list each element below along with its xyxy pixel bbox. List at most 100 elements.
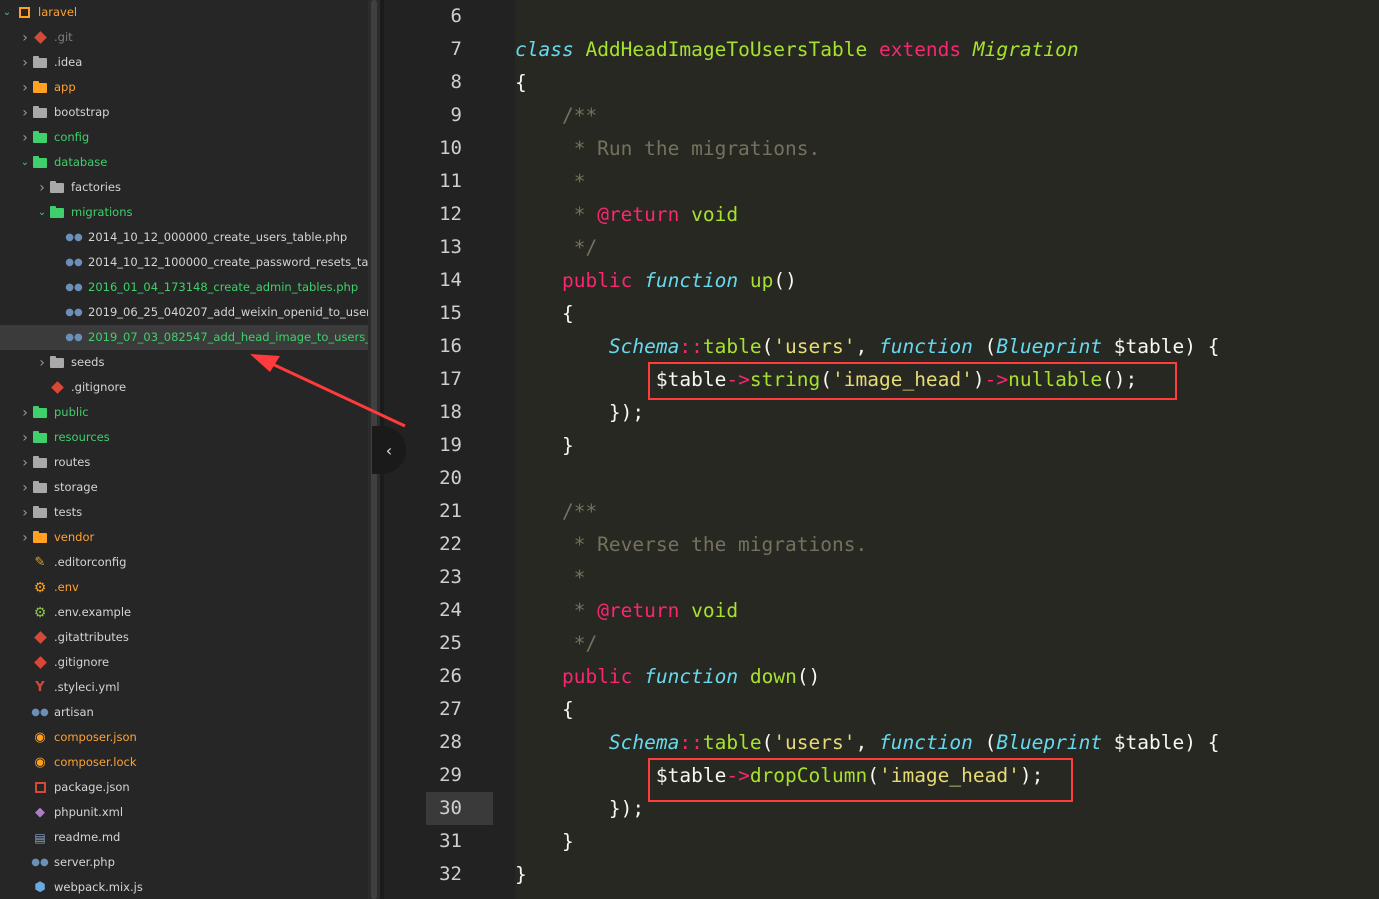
line-number: 7 xyxy=(450,38,462,60)
tree-file-item[interactable]: ⬢ webpack.mix.js xyxy=(0,875,368,899)
code-line[interactable]: { xyxy=(515,66,527,99)
code-line[interactable]: * @return void xyxy=(515,594,738,627)
tree-item-label: composer.lock xyxy=(54,755,137,769)
code-token: down xyxy=(749,665,797,688)
tree-file-item[interactable]: ●● 2016_01_04_173148_create_admin_tables.… xyxy=(0,275,368,300)
chevron-right-icon[interactable]: › xyxy=(20,425,30,450)
code-line[interactable]: * @return void xyxy=(515,198,738,231)
code-line[interactable]: Schema::table('users', function (Bluepri… xyxy=(515,726,1220,759)
tree-file-item[interactable]: ⚙ .env.example xyxy=(0,600,368,625)
tree-file-item[interactable]: ◆ phpunit.xml xyxy=(0,800,368,825)
tree-folder-item[interactable]: ⌄ database xyxy=(0,150,368,175)
line-number: 30 xyxy=(439,797,462,819)
code-token: AddHeadImageToUsersTable xyxy=(585,38,868,61)
code-line[interactable]: } xyxy=(515,429,574,462)
code-line[interactable]: } xyxy=(515,858,527,891)
chevron-right-icon[interactable]: › xyxy=(20,125,30,150)
chevron-down-icon[interactable]: ⌄ xyxy=(20,150,30,175)
code-line[interactable]: } xyxy=(515,825,574,858)
code-token: function xyxy=(644,665,739,688)
tree-folder-item[interactable]: › resources xyxy=(0,425,368,450)
tree-folder-item[interactable]: › bootstrap xyxy=(0,100,368,125)
line-number: 18 xyxy=(439,401,462,423)
line-number: 11 xyxy=(439,170,462,192)
tree-folder-item[interactable]: › .git xyxy=(0,25,368,50)
code-line[interactable]: }); xyxy=(515,396,644,429)
tree-folder-item[interactable]: › vendor xyxy=(0,525,368,550)
tree-file-item[interactable]: ●● 2019_06_25_040207_add_weixin_openid_to… xyxy=(0,300,368,325)
code-token: ( xyxy=(761,335,774,358)
chevron-right-icon[interactable]: › xyxy=(20,450,30,475)
tree-file-item[interactable]: ▤ readme.md xyxy=(0,825,368,850)
code-line[interactable]: /** xyxy=(515,99,597,132)
code-line[interactable]: * Run the migrations. xyxy=(515,132,821,165)
chevron-right-icon[interactable]: › xyxy=(20,475,30,500)
npm-icon xyxy=(32,775,48,800)
tree-folder-item[interactable]: › config xyxy=(0,125,368,150)
tree-file-item[interactable]: ●● 2014_10_12_000000_create_users_table.p… xyxy=(0,225,368,250)
git-icon xyxy=(32,625,48,650)
tree-folder-item[interactable]: › app xyxy=(0,75,368,100)
code-line[interactable]: * xyxy=(515,165,586,198)
chevron-right-icon[interactable]: › xyxy=(20,400,30,425)
code-token: Schema xyxy=(608,731,680,754)
tree-file-item[interactable]: package.json xyxy=(0,775,368,800)
tree-file-item[interactable]: ●● 2014_10_12_100000_create_password_rese… xyxy=(0,250,368,275)
code-line[interactable]: Schema::table('users', function (Bluepri… xyxy=(515,330,1220,363)
tree-file-item[interactable]: ●● artisan xyxy=(0,700,368,725)
chevron-right-icon[interactable]: › xyxy=(37,175,47,200)
tree-folder-item[interactable]: ⌄ migrations xyxy=(0,200,368,225)
chevron-right-icon[interactable]: › xyxy=(20,100,30,125)
chevron-right-icon[interactable]: › xyxy=(37,350,47,375)
tree-file-item[interactable]: ◉ composer.lock xyxy=(0,750,368,775)
tree-folder-item[interactable]: › .idea xyxy=(0,50,368,75)
tree-file-item[interactable]: .gitignore xyxy=(0,375,368,400)
tree-folder-item[interactable]: › tests xyxy=(0,500,368,525)
code-line[interactable]: class AddHeadImageToUsersTable extends M… xyxy=(515,33,1079,66)
tree-item-label: vendor xyxy=(54,530,95,544)
tree-file-item[interactable]: ⚙ .env xyxy=(0,575,368,600)
tree-folder-item[interactable]: › factories xyxy=(0,175,368,200)
chevron-down-icon[interactable]: ⌄ xyxy=(37,200,47,225)
folder-icon xyxy=(32,525,48,550)
tree-file-item[interactable]: .gitignore xyxy=(0,650,368,675)
code-token: * xyxy=(515,170,586,193)
chevron-right-icon[interactable]: › xyxy=(20,50,30,75)
tree-folder-item[interactable]: › seeds xyxy=(0,350,368,375)
code-line[interactable]: public function down() xyxy=(515,660,820,693)
folder-icon xyxy=(32,500,48,525)
tree-file-item[interactable]: ●● server.php xyxy=(0,850,368,875)
code-line[interactable]: * Reverse the migrations. xyxy=(515,528,868,561)
tree-folder-item[interactable]: › routes xyxy=(0,450,368,475)
code-token: , xyxy=(855,731,879,754)
folder-icon xyxy=(49,200,65,225)
tree-file-item[interactable]: ●● 2019_07_03_082547_add_head_image_to_us… xyxy=(0,325,368,350)
project-tree-sidebar: ⌄ laravel › .git › .idea › app › bootstrap › config… xyxy=(0,0,368,899)
tree-file-item[interactable]: ◉ composer.json xyxy=(0,725,368,750)
code-line[interactable]: }); xyxy=(515,792,644,825)
code-line[interactable]: public function up() xyxy=(515,264,797,297)
code-token: * xyxy=(515,203,598,226)
code-token: Migration xyxy=(972,38,1079,61)
code-token: () xyxy=(796,665,821,688)
code-line[interactable]: { xyxy=(515,693,574,726)
code-line[interactable]: /** xyxy=(515,495,597,528)
tree-file-item[interactable]: ✎ .editorconfig xyxy=(0,550,368,575)
chevron-right-icon[interactable]: › xyxy=(20,500,30,525)
chevron-down-icon[interactable]: ⌄ xyxy=(2,0,12,25)
chevron-right-icon[interactable]: › xyxy=(20,25,30,50)
tree-folder-item[interactable]: › storage xyxy=(0,475,368,500)
tree-file-item[interactable]: Y .styleci.yml xyxy=(0,675,368,700)
tree-folder-item[interactable]: › public xyxy=(0,400,368,425)
code-line[interactable]: { xyxy=(515,297,574,330)
code-line[interactable]: * xyxy=(515,561,586,594)
code-token: } xyxy=(515,830,574,853)
code-line[interactable]: */ xyxy=(515,627,598,660)
tree-file-item[interactable]: .gitattributes xyxy=(0,625,368,650)
tree-folder-item[interactable]: ⌄ laravel xyxy=(0,0,368,25)
code-line[interactable]: */ xyxy=(515,231,598,264)
chevron-right-icon[interactable]: › xyxy=(20,75,30,100)
chevron-right-icon[interactable]: › xyxy=(20,525,30,550)
